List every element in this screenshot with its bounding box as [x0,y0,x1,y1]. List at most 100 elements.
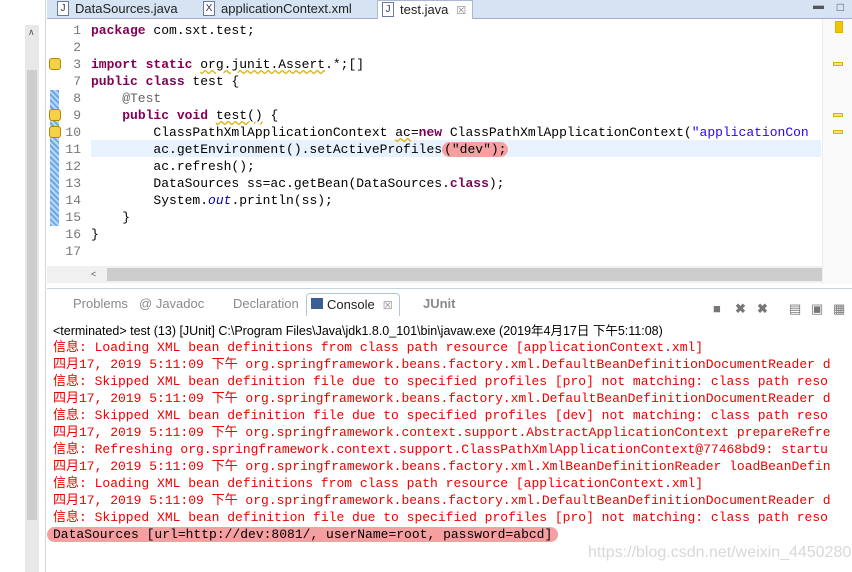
line-number: 7 [73,74,81,89]
console-line: 信息: Skipped XML bean definition file due… [53,510,828,525]
console-line: 信息: Loading XML bean definitions from cl… [53,476,704,491]
code-line[interactable]: ac.getEnvironment().setActiveProfiles ("d… [91,141,509,158]
remove-all-icon[interactable]: ✖ [757,301,768,317]
warning-icon[interactable] [49,109,61,121]
console-line: 信息: Loading XML bean definitions from cl… [53,340,704,355]
code-token: ac.getEnvironment().setActiveProfiles [91,142,443,157]
code-token: DataSources ss=ac.getBean(DataSources. [91,176,450,191]
change-marker [50,175,59,192]
tab-junit[interactable]: JUnit [405,296,456,311]
warning-icon[interactable] [49,126,61,138]
change-marker [50,90,59,107]
tab-console[interactable]: Console ☒ [306,293,400,316]
code-token: .println(ss); [231,193,333,208]
line-number: 1 [73,23,81,38]
code-token: } [91,227,99,242]
code-token: package [91,23,146,38]
warning-marker[interactable] [833,113,843,117]
console-output: DataSources [url=http://dev:8081/, userN… [47,527,559,542]
scroll-lock-icon[interactable]: ▣ [811,301,823,317]
console-line: 四月17, 2019 5:11:09 下午 org.springframewor… [53,357,831,372]
launch-status: <terminated> test (13) [JUnit] C:\Progra… [53,324,663,338]
code-token: com.sxt.test; [145,23,255,38]
code-token: System. [91,193,209,208]
warning-marker[interactable] [833,130,843,134]
code-token: { [262,108,279,123]
code-token: @Test [91,91,162,106]
tab-javadoc[interactable]: @ Javadoc [139,296,204,311]
console-view: Problems @ Javadoc Declaration Console ☒ … [47,288,852,572]
left-scrollbar-thumb[interactable] [27,70,37,520]
code-line[interactable]: public void test() { [91,107,278,124]
console-line: 四月17, 2019 5:11:09 下午 org.springframewor… [53,391,831,406]
code-token: public void [122,108,209,123]
tab-problems[interactable]: Problems [55,296,128,311]
editor-horizontal-scrollbar[interactable]: < [47,266,822,283]
scrollbar-thumb[interactable] [107,268,822,281]
tab-applicationcontext-xml[interactable]: XapplicationContext.xml [199,0,352,19]
warning-overview-icon [835,21,843,33]
overview-ruler [822,19,852,284]
console-line: 四月17, 2019 5:11:09 下午 org.springframewor… [53,425,831,440]
editor-tabs: J DataSources.java XapplicationContext.xm… [47,0,852,19]
maximize-icon[interactable]: □ [837,0,844,14]
code-token: test() [215,108,263,123]
code-line[interactable]: DataSources ss=ac.getBean(DataSources.cl… [91,175,504,192]
code-token: import static [91,57,193,72]
warning-marker[interactable] [833,62,843,66]
tab-datasources-java[interactable]: J DataSources.java [53,0,178,19]
console-line: 信息: Skipped XML bean definition file due… [53,374,828,389]
code-token: ); [488,176,505,191]
terminate-icon[interactable]: ■ [713,301,721,316]
code-token: [] [348,57,365,72]
word-wrap-icon[interactable]: ▦ [833,301,845,317]
console-icon [311,298,323,309]
line-number: 16 [65,227,81,242]
console-line: 信息: Refreshing org.springframework.conte… [53,442,828,457]
line-number: 17 [65,244,81,259]
line-number: 2 [73,40,81,55]
code-token: ClassPathXmlApplicationContext( [442,125,692,140]
code-line[interactable]: import static org.junit.Assert.*;[] [91,56,364,73]
close-icon[interactable]: ☒ [456,5,466,17]
code-token: public class [91,74,185,89]
remove-launch-icon[interactable]: ✖ [735,301,746,317]
change-marker [50,209,59,226]
console-output-line: DataSources [url=http://dev:8081/, userN… [47,526,559,543]
tab-declaration[interactable]: Declaration [215,296,299,311]
change-marker [50,192,59,209]
code-line[interactable]: } [91,226,99,243]
code-editor[interactable]: 1 2 3 7 8 9 10 11 12 13 14 15 16 17 package com.sxt.t… [47,19,852,284]
java-file-icon: J [382,2,394,17]
code-line[interactable]: ClassPathXmlApplicationContext ac=new Cl… [91,124,809,141]
code-token: out [208,193,232,208]
code-token: ("dev"); [442,142,509,157]
code-token: test { [184,74,240,89]
tab-test-java[interactable]: Jtest.java ☒ [377,0,473,19]
code-line[interactable]: public class test { [91,73,239,90]
left-panel: ∧ [0,0,46,572]
code-token: ac [395,125,411,140]
code-line[interactable]: package com.sxt.test; [91,22,255,39]
view-tabs: Problems @ Javadoc Declaration Console ☒ … [47,293,852,317]
code-token: org.junit.Assert [200,57,326,72]
clear-console-icon[interactable]: ▤ [789,301,801,317]
code-line[interactable]: ac.refresh(); [91,158,255,175]
minimize-icon[interactable]: ▬ [813,0,824,12]
code-token: "applicationCon [691,125,809,140]
code-token: ClassPathXmlApplicationContext [91,125,396,140]
close-icon[interactable]: ☒ [383,300,393,312]
java-file-icon: J [57,1,69,16]
warning-icon[interactable] [49,58,61,70]
code-line[interactable]: System.out.println(ss); [91,192,333,209]
code-token: class [449,176,489,191]
xml-file-icon: X [203,1,215,16]
change-marker [50,141,59,158]
code-line[interactable]: @Test [91,90,161,107]
code-token: ac.refresh(); [91,159,255,174]
change-marker [50,158,59,175]
watermark: https://blog.csdn.net/weixin_44502804 [588,544,852,561]
code-line[interactable]: } [91,209,130,226]
